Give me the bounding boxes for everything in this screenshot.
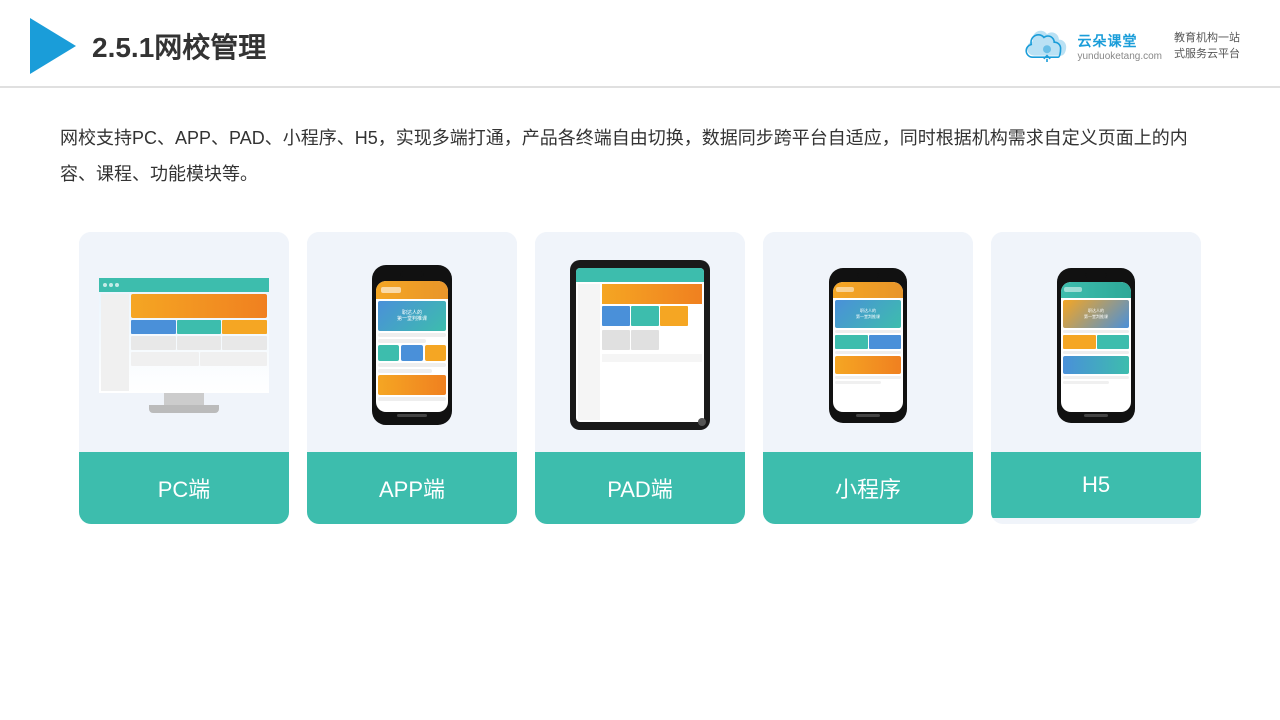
card-h5: 职达人的第一堂判推课 H5 — [991, 232, 1201, 524]
card-h5-image: 职达人的第一堂判推课 — [991, 232, 1201, 452]
brand-slogan: 教育机构一站 式服务云平台 — [1174, 30, 1240, 63]
header-right: 云朵课堂 yunduoketang.com 教育机构一站 式服务云平台 — [1023, 28, 1240, 64]
tablet-pad-icon — [570, 260, 710, 430]
page-title: 2.5.1网校管理 — [92, 26, 266, 66]
card-miniapp-image: 职达人的第一堂判推课 — [763, 232, 973, 452]
description-text: 网校支持PC、APP、PAD、小程序、H5，实现多端打通，产品各终端自由切换，数… — [0, 88, 1280, 212]
logo-triangle-icon — [30, 18, 76, 74]
card-app-image: 职达人的第一堂判推课 — [307, 232, 517, 452]
card-h5-label: H5 — [991, 452, 1201, 518]
cards-container: PC端 职达人的第一堂判推课 — [0, 212, 1280, 544]
card-app: 职达人的第一堂判推课 — [307, 232, 517, 524]
header: 2.5.1网校管理 云朵课堂 yunduoketang.com 教育机构一站 式… — [0, 0, 1280, 88]
card-pad: PAD端 — [535, 232, 745, 524]
phone-h5-icon: 职达人的第一堂判推课 — [1057, 268, 1135, 423]
pc-monitor-icon — [99, 278, 269, 413]
brand-name: 云朵课堂 — [1077, 31, 1162, 51]
brand-url: yunduoketang.com — [1077, 51, 1162, 62]
card-pc-image — [79, 232, 289, 452]
card-miniapp-label: 小程序 — [763, 452, 973, 524]
card-app-label: APP端 — [307, 452, 517, 524]
card-pc: PC端 — [79, 232, 289, 524]
card-pad-label: PAD端 — [535, 452, 745, 524]
brand-text: 云朵课堂 yunduoketang.com — [1077, 31, 1162, 62]
cloud-icon — [1023, 28, 1071, 64]
brand-logo: 云朵课堂 yunduoketang.com 教育机构一站 式服务云平台 — [1023, 28, 1240, 64]
card-pc-label: PC端 — [79, 452, 289, 524]
phone-app-icon: 职达人的第一堂判推课 — [372, 265, 452, 425]
phone-miniapp-icon: 职达人的第一堂判推课 — [829, 268, 907, 423]
header-left: 2.5.1网校管理 — [30, 18, 266, 74]
card-pad-image — [535, 232, 745, 452]
card-miniapp: 职达人的第一堂判推课 小程序 — [763, 232, 973, 524]
